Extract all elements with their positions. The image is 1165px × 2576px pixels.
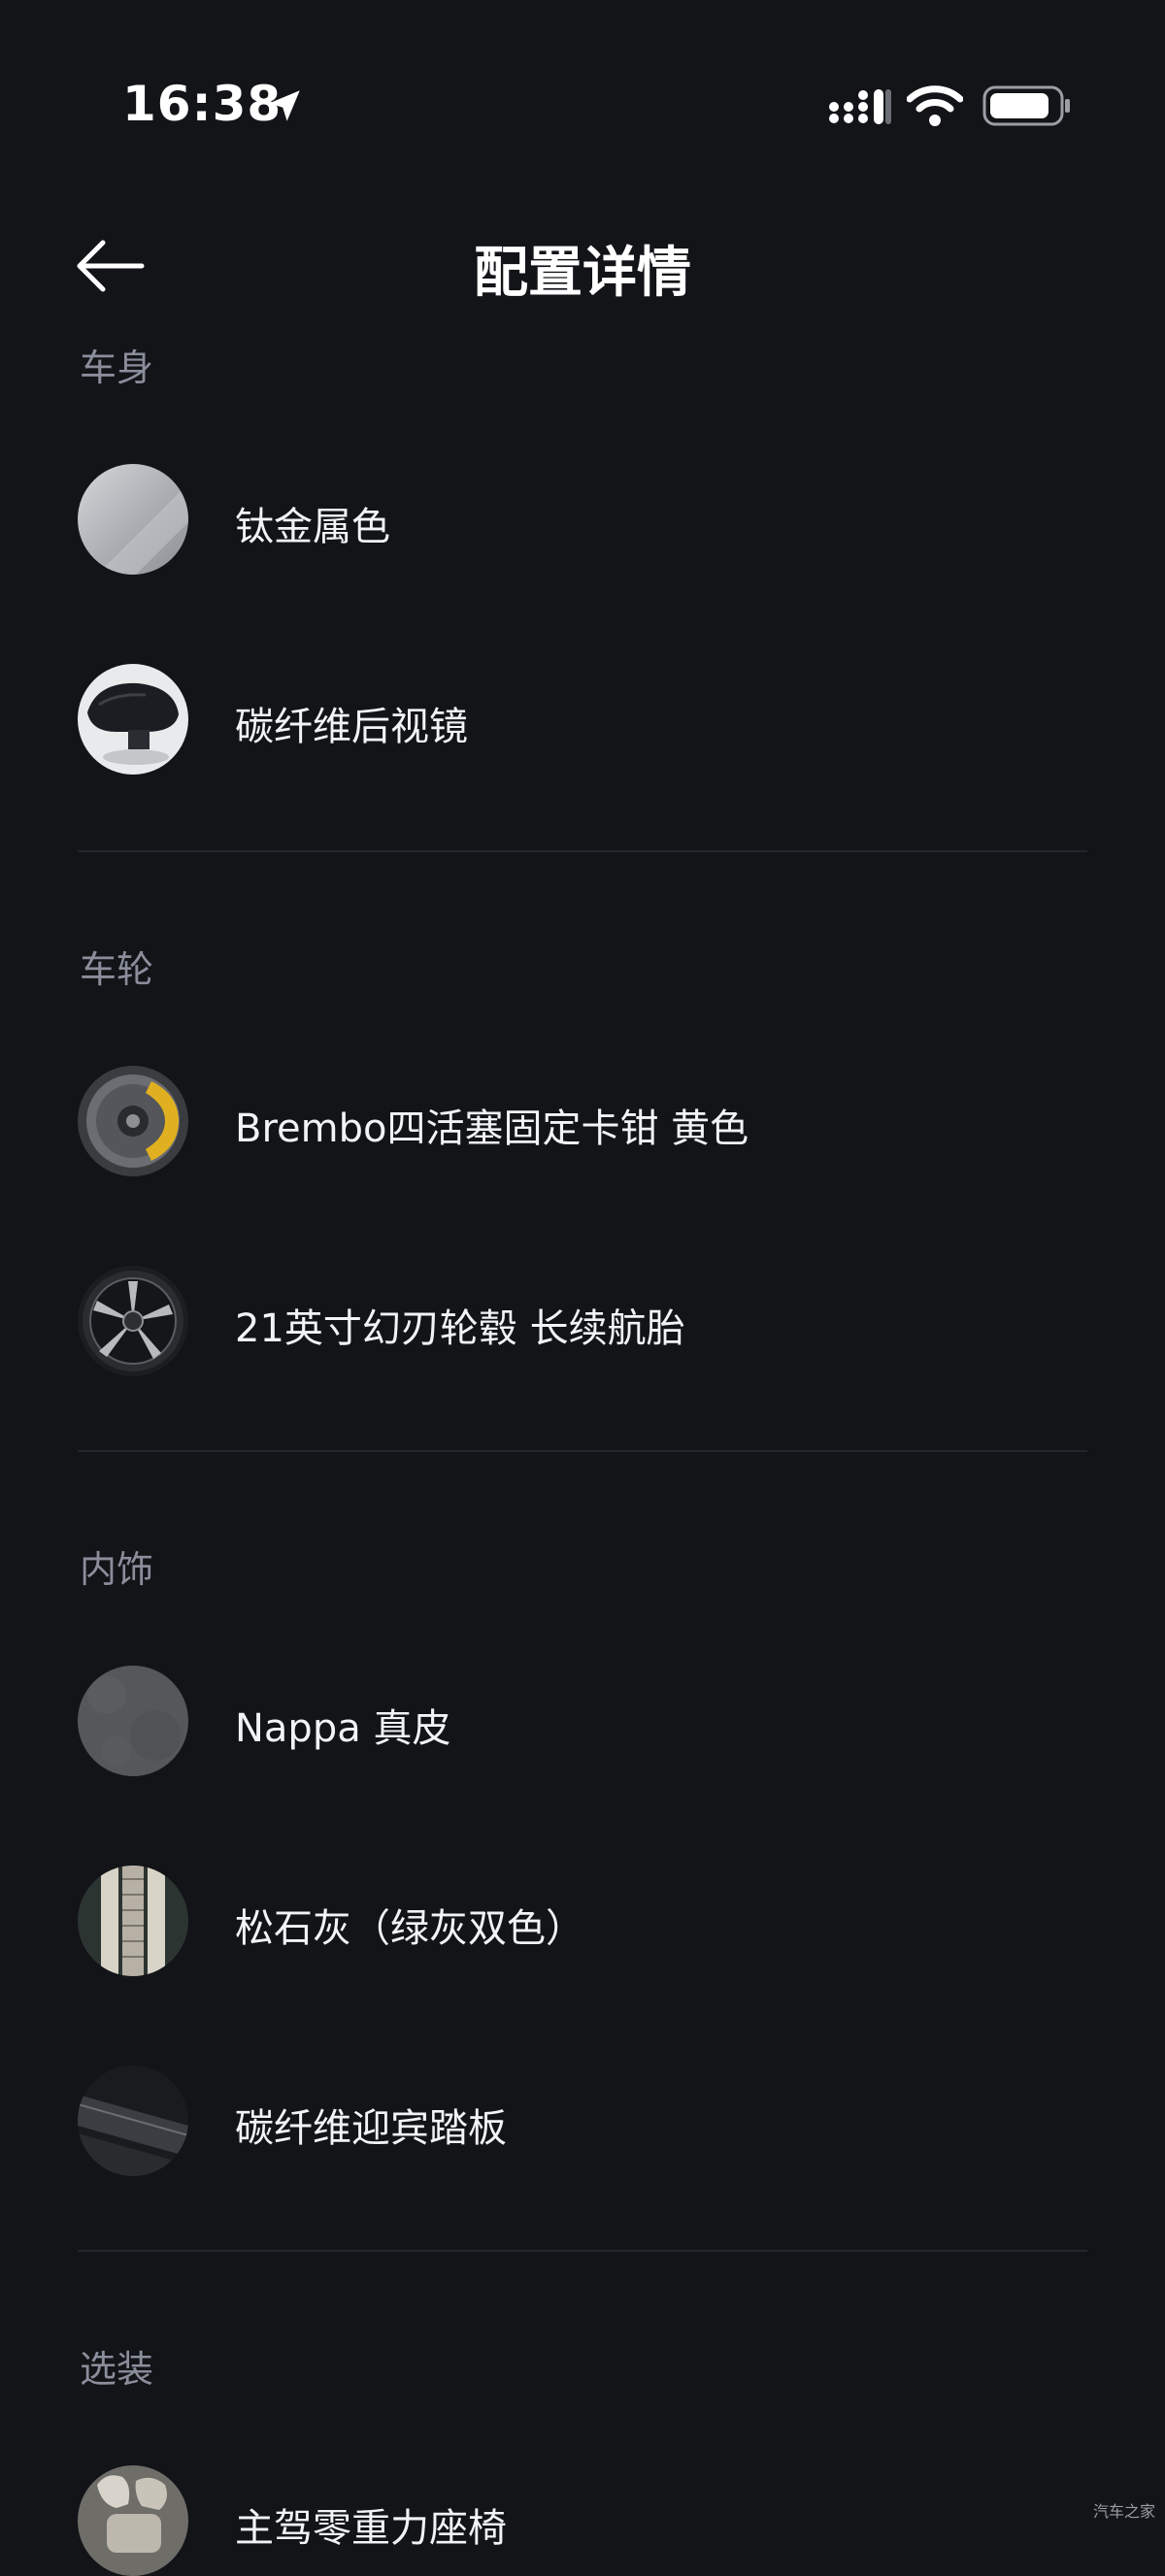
item-label: 主驾零重力座椅 (235, 2506, 507, 2551)
cellular-signal-icon (829, 89, 891, 124)
config-item-leather[interactable]: Nappa 真皮 (78, 1666, 1087, 1776)
section-title-interior: 内饰 (80, 1548, 154, 1591)
config-item-seat[interactable]: 主驾零重力座椅 (78, 2465, 1087, 2576)
wheel-rim-photo (78, 1266, 188, 1376)
item-label: 松石灰（绿灰双色） (235, 1906, 584, 1951)
item-label: 碳纤维后视镜 (235, 705, 468, 749)
section-divider (78, 2250, 1087, 2252)
config-item-color-scheme[interactable]: 松石灰（绿灰双色） (78, 1866, 1087, 1976)
item-label: 钛金属色 (235, 505, 390, 549)
battery-icon (982, 85, 1070, 126)
page-title: 配置详情 (474, 242, 691, 305)
section-title-wheels: 车轮 (80, 948, 154, 991)
brake-caliper-photo (78, 1066, 188, 1176)
config-item-paint[interactable]: 钛金属色 (78, 464, 1087, 575)
item-label: 21英寸幻刃轮毂 长续航胎 (235, 1306, 685, 1351)
item-label: Nappa 真皮 (235, 1706, 451, 1751)
wifi-icon (907, 85, 963, 126)
leather-swatch (78, 1666, 188, 1776)
scuff-plate-photo (78, 2065, 188, 2176)
carbon-mirror-photo (78, 664, 188, 775)
watermark: 汽车之家 (1092, 2502, 1155, 2521)
seat-photo (78, 2465, 188, 2576)
config-item-mirror[interactable]: 碳纤维后视镜 (78, 664, 1087, 775)
section-title-body: 车身 (80, 347, 154, 389)
status-bar: 16:38 (0, 0, 1165, 194)
config-item-caliper[interactable]: Brembo四活塞固定卡钳 黄色 (78, 1066, 1087, 1176)
config-item-wheel[interactable]: 21英寸幻刃轮毂 长续航胎 (78, 1266, 1087, 1376)
section-title-options: 选装 (80, 2348, 154, 2391)
status-time: 16:38 (122, 76, 283, 132)
item-label: 碳纤维迎宾踏板 (235, 2106, 507, 2151)
location-arrow-icon (269, 90, 300, 121)
config-item-scuff-plate[interactable]: 碳纤维迎宾踏板 (78, 2065, 1087, 2176)
section-divider (78, 850, 1087, 852)
titanium-paint-swatch (78, 464, 188, 575)
section-divider (78, 1450, 1087, 1452)
item-label: Brembo四活塞固定卡钳 黄色 (235, 1106, 749, 1151)
two-tone-fabric-swatch (78, 1866, 188, 1976)
